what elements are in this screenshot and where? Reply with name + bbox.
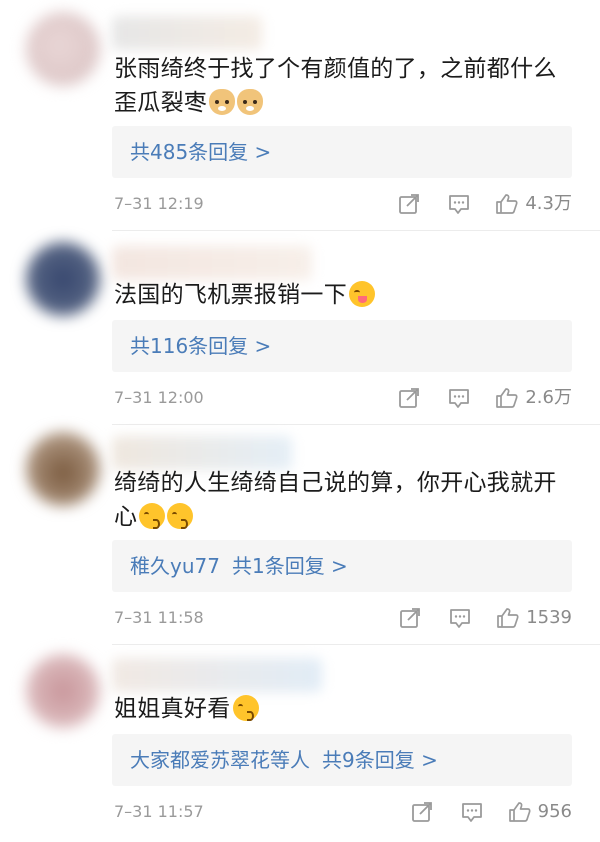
comment-text: 法国的飞机票报销一下 bbox=[114, 278, 572, 312]
reply-users-link[interactable]: 大家都爱苏翠花等人 bbox=[130, 748, 310, 772]
avatar[interactable] bbox=[26, 654, 100, 728]
comment-text-content: 姐姐真好看 bbox=[114, 696, 231, 722]
reply-count-link[interactable]: 共9条回复 > bbox=[322, 748, 438, 772]
like-count: 2.6万 bbox=[525, 387, 572, 408]
avatar[interactable] bbox=[26, 242, 100, 316]
comment-icon[interactable] bbox=[460, 800, 484, 824]
doge-emoji bbox=[209, 89, 236, 115]
comment-time: 7–31 12:19 bbox=[114, 194, 204, 213]
like-button[interactable]: 4.3万 bbox=[495, 192, 572, 216]
kiss-emoji bbox=[139, 503, 166, 529]
comment-meta: 7–31 11:57 956 bbox=[114, 800, 572, 824]
divider bbox=[112, 644, 600, 645]
like-count: 956 bbox=[537, 801, 572, 822]
reply-count-link[interactable]: 共116条回复 > bbox=[130, 334, 271, 358]
yum-emoji bbox=[349, 281, 375, 307]
comment-time: 7–31 11:58 bbox=[114, 608, 204, 627]
comment-actions: 956 bbox=[384, 800, 572, 824]
like-button[interactable]: 956 bbox=[508, 800, 572, 824]
comment-text-content: 张雨绮终于找了个有颜值的了，之前都什么歪瓜裂枣 bbox=[114, 56, 557, 116]
comment-time: 7–31 11:57 bbox=[114, 802, 204, 821]
thumbs-up-icon bbox=[496, 194, 518, 214]
reply-users-link[interactable]: 稚久yu77 bbox=[130, 554, 220, 578]
comment-meta: 7–31 12:00 2.6万 bbox=[114, 386, 572, 410]
share-icon[interactable] bbox=[397, 192, 421, 216]
comment-text: 张雨绮终于找了个有颜值的了，之前都什么歪瓜裂枣 bbox=[114, 52, 572, 120]
divider bbox=[112, 424, 600, 425]
comment-icon[interactable] bbox=[447, 192, 471, 216]
comment-actions: 4.3万 bbox=[371, 192, 572, 216]
kiss-emoji bbox=[167, 503, 194, 529]
reply-summary[interactable]: 共116条回复 > bbox=[112, 320, 572, 372]
avatar[interactable] bbox=[26, 12, 100, 86]
share-icon[interactable] bbox=[398, 606, 422, 630]
doge-emoji bbox=[237, 89, 264, 115]
comment-text-content: 法国的飞机票报销一下 bbox=[114, 282, 347, 308]
like-button[interactable]: 1539 bbox=[496, 606, 572, 630]
username-blurred[interactable] bbox=[112, 436, 292, 470]
like-count: 4.3万 bbox=[525, 193, 572, 214]
thumbs-up-icon bbox=[508, 802, 531, 822]
comment-actions: 2.6万 bbox=[371, 386, 572, 410]
comment-text: 绮绮的人生绮绮自己说的算，你开心我就开心 bbox=[114, 466, 572, 534]
thumbs-up-icon bbox=[496, 388, 518, 408]
comment-icon[interactable] bbox=[448, 606, 472, 630]
username-blurred[interactable] bbox=[112, 246, 312, 280]
share-icon[interactable] bbox=[397, 386, 421, 410]
share-icon[interactable] bbox=[410, 800, 434, 824]
reply-summary[interactable]: 大家都爱苏翠花等人 共9条回复 > bbox=[112, 734, 572, 786]
reply-count-link[interactable]: 共485条回复 > bbox=[130, 140, 271, 164]
reply-summary[interactable]: 稚久yu77 共1条回复 > bbox=[112, 540, 572, 592]
comment-icon[interactable] bbox=[447, 386, 471, 410]
like-button[interactable]: 2.6万 bbox=[495, 386, 572, 410]
thumbs-up-icon bbox=[497, 608, 519, 628]
divider bbox=[112, 230, 600, 231]
comment-time: 7–31 12:00 bbox=[114, 388, 204, 407]
kiss-emoji bbox=[232, 695, 259, 721]
username-blurred[interactable] bbox=[112, 658, 322, 692]
like-count: 1539 bbox=[526, 607, 572, 628]
username-blurred[interactable] bbox=[112, 16, 262, 50]
avatar[interactable] bbox=[26, 432, 100, 506]
comment-meta: 7–31 11:58 1539 bbox=[114, 606, 572, 630]
comment-text: 姐姐真好看 bbox=[114, 692, 572, 726]
reply-summary[interactable]: 共485条回复 > bbox=[112, 126, 572, 178]
comment-meta: 7–31 12:19 4.3万 bbox=[114, 192, 572, 216]
reply-count-link[interactable]: 共1条回复 > bbox=[232, 554, 348, 578]
comment-actions: 1539 bbox=[372, 606, 572, 630]
